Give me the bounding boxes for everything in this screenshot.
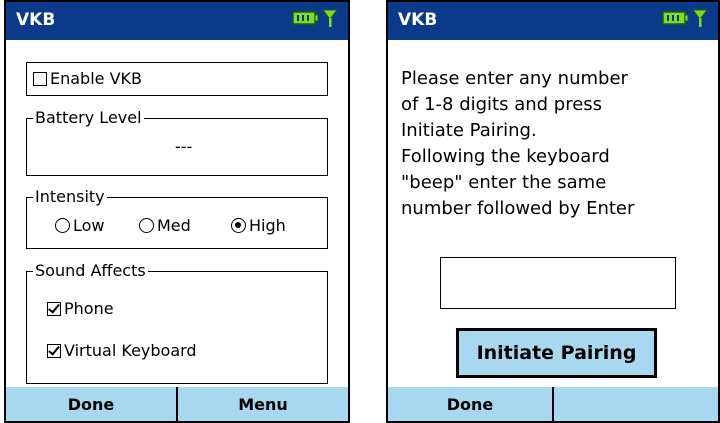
app-title: VKB [398,10,438,30]
app-title: VKB [16,10,56,30]
radio-icon [55,218,70,233]
instruction-line: Following the keyboard [401,146,610,167]
checkbox-checked-icon [47,301,61,316]
virtual-keyboard-label: Virtual Keyboard [64,341,197,360]
checkbox-checked-icon [47,343,61,358]
enable-vkb-label: Enable VKB [50,69,142,88]
radio-selected-icon [231,218,246,233]
phone-checkbox[interactable]: Phone [47,299,114,318]
virtual-keyboard-checkbox[interactable]: Virtual Keyboard [47,341,197,360]
pairing-instructions: Please enter any number of 1-8 digits an… [401,66,711,222]
instruction-line: Initiate Pairing. [401,120,537,141]
battery-level-group: Battery Level --- [26,108,328,176]
radio-icon [139,218,154,233]
instruction-line: number followed by Enter [401,198,635,219]
instruction-line: Please enter any number [401,68,628,89]
settings-screen: VKB Enable VKB Battery Level --- Intensi… [4,0,350,423]
enable-vkb-box: Enable VKB [26,62,328,96]
pairing-content: Please enter any number of 1-8 digits an… [388,40,718,387]
intensity-group: Intensity Low Med High [26,187,328,249]
status-icons [292,8,338,28]
done-softkey[interactable]: Done [388,387,554,421]
intensity-med-radio[interactable]: Med [139,216,191,235]
softkey-bar: Done Menu [6,387,348,421]
pairing-number-input[interactable] [440,257,676,309]
settings-content: Enable VKB Battery Level --- Intensity L… [6,40,348,387]
status-icons [662,8,708,28]
signal-icon [692,9,708,27]
battery-icon [662,11,689,25]
pairing-screen: VKB Please enter any number of 1-8 digit… [386,0,720,423]
sound-affects-legend: Sound Affects [33,261,148,281]
right-softkey[interactable] [554,387,718,421]
intensity-low-label: Low [73,216,105,235]
intensity-high-label: High [249,216,286,235]
title-bar: VKB [388,2,718,40]
done-softkey[interactable]: Done [6,387,178,421]
menu-softkey[interactable]: Menu [178,387,348,421]
title-bar: VKB [6,2,348,40]
softkey-bar: Done [388,387,718,421]
battery-level-value: --- [175,137,193,156]
initiate-pairing-button[interactable]: Initiate Pairing [456,328,657,378]
phone-label: Phone [64,299,114,318]
instruction-line: "beep" enter the same [401,172,607,193]
sound-affects-group: Sound Affects Phone Virtual Keyboard [26,261,328,384]
intensity-med-label: Med [157,216,191,235]
intensity-legend: Intensity [33,187,107,207]
checkbox-icon [33,71,47,86]
intensity-high-radio[interactable]: High [231,216,286,235]
instruction-line: of 1-8 digits and press [401,94,603,115]
battery-level-legend: Battery Level [33,108,144,128]
signal-icon [322,9,338,27]
enable-vkb-checkbox[interactable]: Enable VKB [33,69,142,88]
battery-icon [292,11,319,25]
intensity-low-radio[interactable]: Low [55,216,105,235]
